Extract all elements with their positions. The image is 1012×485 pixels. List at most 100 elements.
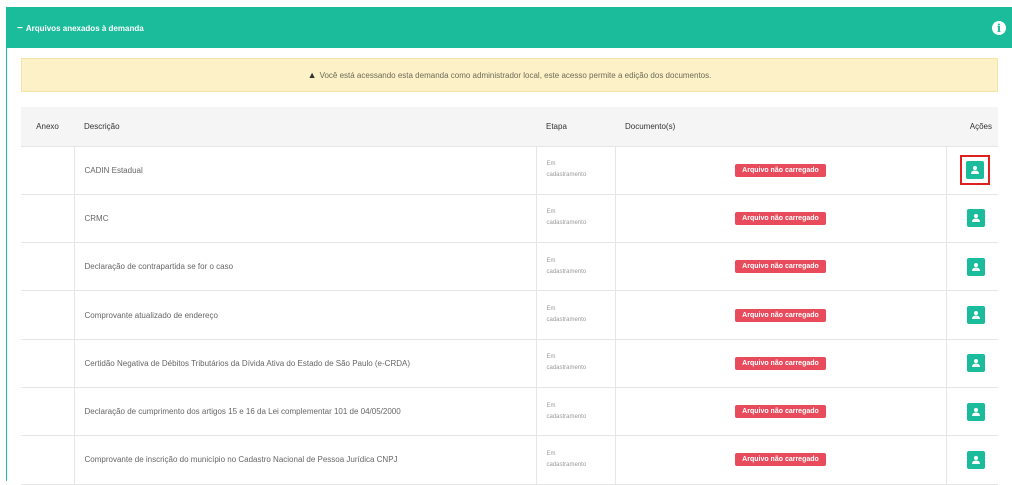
table-header-row: Anexo Descrição Etapa Documento(s) Ações <box>21 107 998 147</box>
row-etapa-line1: Em <box>546 450 556 457</box>
acoes-cell <box>945 290 998 340</box>
etapa-cell: Em cadastramento <box>535 146 615 195</box>
status-badge: Arquivo não carregado <box>735 453 826 467</box>
documento-cell: Arquivo não carregado <box>614 146 946 195</box>
row-etapa-line2: cadastramento <box>546 413 587 420</box>
table-row: Comprovante atualizado de endereço Em ca… <box>21 290 998 340</box>
admin-alert: ▲ Você está acessando esta demanda como … <box>21 58 998 92</box>
upload-button-wrap <box>962 253 990 281</box>
acoes-cell <box>945 339 998 388</box>
table-row: Declaração de cumprimento dos artigos 15… <box>21 387 998 437</box>
status-badge: Arquivo não carregado <box>735 405 826 419</box>
row-etapa-line1: Em <box>546 161 556 168</box>
upload-button-wrap <box>962 204 990 232</box>
upload-button-wrap <box>962 349 990 377</box>
anexo-cell <box>21 290 75 340</box>
anexo-cell <box>21 339 75 388</box>
panel-title-text: Arquivos anexados à demanda <box>25 23 144 33</box>
documento-cell: Arquivo não carregado <box>614 387 946 437</box>
upload-icon <box>972 262 980 271</box>
documento-cell: Arquivo não carregado <box>614 242 946 292</box>
upload-icon <box>971 166 979 175</box>
row-etapa-line2: cadastramento <box>546 365 587 372</box>
header-documentos: Documento(s) <box>615 107 946 147</box>
upload-button[interactable] <box>967 354 985 373</box>
warning-icon: ▲ <box>307 70 317 80</box>
acoes-cell <box>945 146 998 195</box>
status-badge: Arquivo não carregado <box>735 260 826 274</box>
minus-icon[interactable]: − <box>17 23 23 34</box>
upload-icon <box>972 214 980 223</box>
row-etapa-line1: Em <box>546 354 556 361</box>
row-etapa-line2: cadastramento <box>546 220 587 227</box>
panel-title[interactable]: − Arquivos anexados à demanda <box>17 23 144 34</box>
acoes-cell <box>945 387 998 437</box>
upload-icon <box>972 311 980 320</box>
row-description: CADIN Estadual <box>84 165 143 175</box>
upload-button[interactable] <box>967 450 985 469</box>
row-etapa-line1: Em <box>546 209 556 216</box>
upload-button-wrap <box>962 446 990 474</box>
row-etapa-line2: cadastramento <box>546 461 587 468</box>
row-etapa-line1: Em <box>546 402 556 409</box>
acoes-cell <box>945 242 998 292</box>
descricao-cell: Comprovante atualizado de endereço <box>74 290 536 340</box>
descricao-cell: Certidão Negativa de Débitos Tributários… <box>74 339 536 388</box>
row-description: Comprovante de inscrição do município no… <box>84 455 398 465</box>
row-description: Declaração de cumprimento dos artigos 15… <box>84 407 401 417</box>
status-badge: Arquivo não carregado <box>735 308 826 322</box>
descricao-cell: Declaração de contrapartida se for o cas… <box>74 242 536 292</box>
alert-text: Você está acessando esta demanda como ad… <box>319 70 712 80</box>
table-row: CRMC Em cadastramento Arquivo não carreg… <box>21 194 998 244</box>
table-row: Declaração de contrapartida se for o cas… <box>21 242 998 292</box>
anexo-cell <box>21 387 75 437</box>
panel-header[interactable]: − Arquivos anexados à demanda i <box>7 8 1012 48</box>
header-anexo: Anexo <box>21 107 74 147</box>
etapa-cell: Em cadastramento <box>535 290 615 340</box>
row-etapa-line2: cadastramento <box>546 172 587 179</box>
status-badge: Arquivo não carregado <box>735 356 826 370</box>
status-badge: Arquivo não carregado <box>735 163 826 177</box>
row-etapa-line1: Em <box>546 306 556 313</box>
upload-button-wrap <box>962 398 990 426</box>
header-etapa: Etapa <box>536 107 615 147</box>
row-etapa-line1: Em <box>546 257 556 264</box>
table-row: CADIN Estadual Em cadastramento Arquivo … <box>21 146 998 195</box>
table-row: Comprovante de inscrição do município no… <box>21 435 998 485</box>
row-description: Certidão Negativa de Débitos Tributários… <box>84 358 411 368</box>
descricao-cell: CADIN Estadual <box>74 146 536 195</box>
descricao-cell: CRMC <box>74 194 536 244</box>
header-descricao: Descrição <box>74 107 536 147</box>
anexo-cell <box>21 146 75 195</box>
upload-icon <box>972 407 980 416</box>
info-icon[interactable]: i <box>992 21 1006 35</box>
header-acoes: Ações <box>946 107 998 147</box>
documento-cell: Arquivo não carregado <box>614 194 946 244</box>
acoes-cell <box>945 435 998 485</box>
attachments-table: Anexo Descrição Etapa Documento(s) Ações… <box>21 107 998 485</box>
documento-cell: Arquivo não carregado <box>614 339 946 388</box>
table-row: Certidão Negativa de Débitos Tributários… <box>21 339 998 388</box>
documento-cell: Arquivo não carregado <box>614 290 946 340</box>
status-badge: Arquivo não carregado <box>735 211 826 225</box>
descricao-cell: Declaração de cumprimento dos artigos 15… <box>74 387 536 437</box>
upload-button[interactable] <box>967 306 985 325</box>
row-etapa-line2: cadastramento <box>546 317 587 324</box>
row-description: Declaração de contrapartida se for o cas… <box>84 262 234 272</box>
etapa-cell: Em cadastramento <box>535 242 615 292</box>
etapa-cell: Em cadastramento <box>535 194 615 244</box>
row-etapa-line2: cadastramento <box>546 268 587 275</box>
upload-button-wrap <box>960 155 990 186</box>
upload-icon <box>972 359 980 368</box>
documento-cell: Arquivo não carregado <box>614 435 946 485</box>
descricao-cell: Comprovante de inscrição do município no… <box>74 435 536 485</box>
upload-button[interactable] <box>967 402 985 421</box>
upload-button[interactable] <box>967 209 985 228</box>
upload-icon <box>972 455 980 464</box>
anexo-cell <box>21 194 75 244</box>
anexo-cell <box>21 435 75 485</box>
upload-button[interactable] <box>967 257 985 276</box>
upload-button[interactable] <box>966 161 984 180</box>
row-description: CRMC <box>84 213 109 223</box>
upload-button-wrap <box>962 301 990 329</box>
